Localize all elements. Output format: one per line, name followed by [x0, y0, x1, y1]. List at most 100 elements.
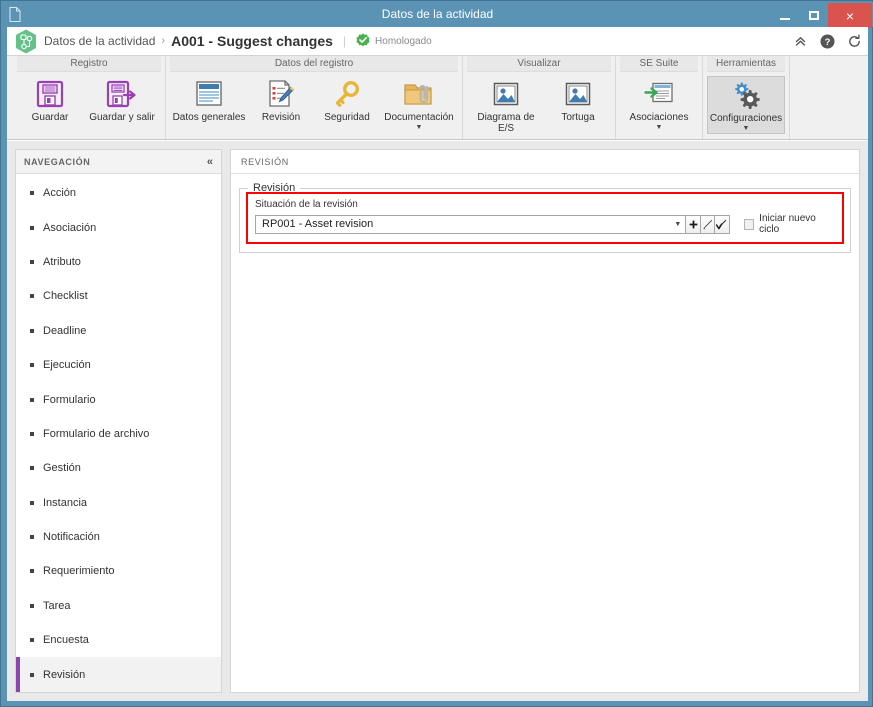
sidebar-item-formulario-de-archivo[interactable]: Formulario de archivo [16, 417, 221, 451]
iniciar-nuevo-ciclo-checkbox[interactable] [743, 218, 755, 230]
application-content: Datos de la actividad › A001 - Suggest c… [7, 27, 868, 701]
bullet-icon [30, 294, 34, 299]
bullet-icon [30, 535, 34, 540]
breadcrumb-separator-icon: › [161, 35, 166, 47]
svg-text:?: ? [824, 37, 830, 48]
bullet-icon [30, 363, 34, 368]
ribbon-button-guardar[interactable]: Guardar [17, 76, 83, 134]
chevron-down-icon[interactable]: ▼ [416, 124, 423, 132]
sidebar-item-formulario[interactable]: Formulario [16, 382, 221, 416]
sidebar-item-label: Revisión [43, 668, 86, 681]
sidebar-item-label: Formulario [43, 393, 96, 406]
sidebar-item-label: Notificación [43, 531, 100, 544]
help-icon[interactable]: ? [819, 34, 835, 50]
add-revision-button[interactable] [686, 214, 701, 234]
bullet-icon [30, 500, 34, 505]
content-panel: REVISIÓN Revisión Situación de la revisi… [230, 149, 860, 693]
content-title: REVISIÓN [241, 156, 289, 167]
sidebar-item-asociaci-n[interactable]: Asociación [16, 210, 221, 244]
bullet-icon [30, 638, 34, 643]
ribbon-group-items: Diagrama de E/S Tortuga [467, 72, 611, 139]
chevron-down-icon[interactable]: ▼ [743, 125, 750, 133]
sidebar-item-label: Tarea [43, 599, 71, 612]
sidebar-item-label: Acción [43, 187, 77, 200]
ribbon-button-documentaci-n[interactable]: Documentación ▼ [380, 76, 458, 134]
situacion-select-value: RP001 - Asset revision [262, 218, 374, 230]
sidebar-item-tarea[interactable]: Tarea [16, 589, 221, 623]
content-body: Revisión Situación de la revisión RP001 … [231, 174, 859, 692]
ribbon-group-items: Asociaciones ▼ [620, 72, 698, 139]
ribbon-button-revisi-n[interactable]: Revisión [248, 76, 314, 134]
maximize-button[interactable] [799, 3, 828, 28]
ribbon-button-label: Guardar y salir [89, 112, 155, 123]
sidebar-item-checklist[interactable]: Checklist [16, 279, 221, 313]
status-badge: Homologado [356, 32, 432, 50]
iniciar-nuevo-ciclo-group[interactable]: Iniciar nuevo ciclo [743, 213, 835, 235]
ribbon-button-label: Configuraciones [709, 113, 783, 124]
sidebar-item-label: Deadline [43, 324, 87, 337]
sidebar-collapse-icon[interactable]: « [207, 156, 213, 168]
sidebar-item-label: Atributo [43, 255, 81, 268]
sidebar-item-instancia[interactable]: Instancia [16, 486, 221, 520]
save-floppy-icon [34, 79, 66, 109]
edit-revision-button[interactable] [700, 214, 716, 234]
ribbon-button-label: Asociaciones [629, 112, 689, 123]
bullet-icon [30, 191, 34, 196]
header-actions: ? [792, 27, 862, 56]
ribbon-button-asociaciones[interactable]: Asociaciones ▼ [620, 76, 698, 134]
ribbon-button-seguridad[interactable]: Seguridad [314, 76, 380, 134]
revision-checklist-pencil-icon [265, 79, 297, 109]
ribbon-group-visualizar: Visualizar Diagrama de E/S Tortuga [463, 56, 616, 139]
ribbon-button-configuraciones[interactable]: Configuraciones ▼ [707, 76, 785, 134]
ribbon-button-diagrama-de-e-s[interactable]: Diagrama de E/S [467, 76, 545, 134]
sidebar-item-encuesta[interactable]: Encuesta [16, 623, 221, 657]
ribbon-button-label: Datos generales [172, 112, 246, 123]
chevron-down-icon[interactable]: ▼ [656, 124, 663, 132]
sidebar-item-label: Instancia [43, 496, 88, 509]
associations-window-arrow-icon [643, 79, 675, 109]
apply-revision-button[interactable] [715, 214, 730, 234]
refresh-icon[interactable] [846, 34, 862, 50]
sidebar-item-atributo[interactable]: Atributo [16, 245, 221, 279]
sidebar-item-ejecuci-n[interactable]: Ejecución [16, 348, 221, 382]
bullet-icon [30, 259, 34, 264]
pen-check-icon [716, 219, 727, 229]
image-diagram-icon [490, 79, 522, 109]
minimize-button[interactable] [770, 3, 799, 28]
ribbon-button-guardar-y-salir[interactable]: Guardar y salir [83, 76, 161, 134]
sidebar-item-requerimiento[interactable]: Requerimiento [16, 554, 221, 588]
situacion-select[interactable]: RP001 - Asset revision ▼ [255, 214, 687, 234]
ribbon-button-label: Tortuga [561, 112, 595, 123]
body-area: NAVEGACIÓN « Acción Asociación Atributo Che… [7, 141, 868, 701]
image-turtle-icon [562, 79, 594, 109]
content-header: REVISIÓN [231, 150, 859, 174]
bullet-icon [30, 603, 34, 608]
sidebar-item-gesti-n[interactable]: Gestión [16, 451, 221, 485]
ribbon-button-datos-generales[interactable]: Datos generales [170, 76, 248, 134]
documentation-folder-clip-icon [403, 79, 435, 109]
chevron-down-icon: ▼ [674, 220, 682, 228]
sidebar-item-notificaci-n[interactable]: Notificación [16, 520, 221, 554]
app-hexagon-logo [15, 29, 37, 54]
ribbon-button-label: Seguridad [324, 112, 370, 123]
ribbon-group-title: SE Suite [620, 56, 698, 72]
sidebar-title: NAVEGACIÓN [24, 156, 91, 167]
sidebar-item-revisi-n[interactable]: Revisión [16, 657, 221, 692]
breadcrumb-root-link[interactable]: Datos de la actividad [44, 34, 155, 48]
status-badge-label: Homologado [375, 35, 432, 47]
bullet-icon [30, 397, 34, 402]
sidebar-item-deadline[interactable]: Deadline [16, 314, 221, 348]
ribbon-button-tortuga[interactable]: Tortuga [545, 76, 611, 134]
bullet-icon [30, 672, 34, 677]
collapse-ribbon-icon[interactable] [792, 34, 808, 50]
ribbon-button-label: Revisión [261, 112, 301, 123]
bullet-icon [30, 431, 34, 436]
revision-fieldset-legend: Revisión [253, 182, 296, 194]
close-button[interactable]: × [828, 3, 872, 28]
sidebar-item-label: Gestión [43, 462, 81, 475]
general-data-window-icon [193, 79, 225, 109]
sidebar-item-list: Acción Asociación Atributo Checklist Deadlin… [16, 174, 221, 692]
settings-gears-icon [730, 80, 762, 110]
sidebar-item-acci-n[interactable]: Acción [16, 176, 221, 210]
save-and-exit-floppy-icon [106, 79, 138, 109]
